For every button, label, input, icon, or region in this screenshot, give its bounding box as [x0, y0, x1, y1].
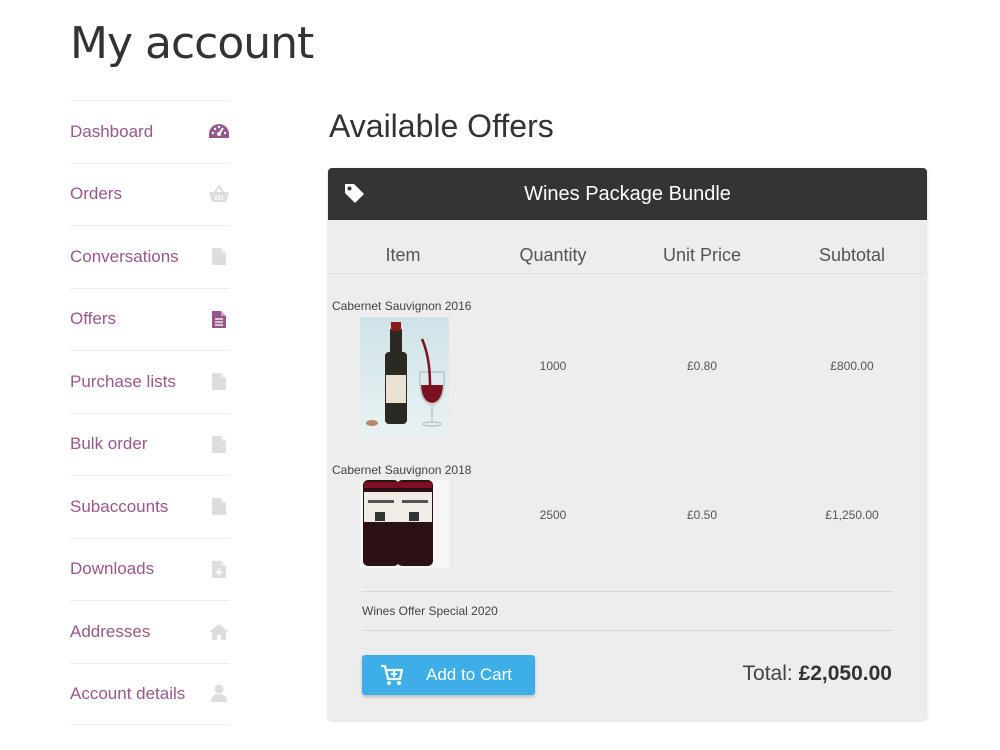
column-header-subtotal: Subtotal [818, 245, 886, 265]
sidebar-item-purchase-lists[interactable]: Purchase lists [70, 350, 230, 413]
document-icon [208, 246, 230, 268]
download-document-icon [208, 558, 230, 580]
sidebar-item-label: Addresses [70, 621, 151, 641]
basket-icon [208, 183, 230, 205]
total-label: Total: [742, 662, 793, 685]
add-to-cart-button[interactable]: Add to Cart [362, 655, 535, 695]
sidebar-item-offers[interactable]: Offers [70, 287, 230, 351]
user-icon [208, 683, 230, 705]
sidebar-item-label: Orders [70, 184, 122, 204]
sidebar-item-label: Conversations [70, 246, 179, 266]
offer-note: Wines Offer Special 2020 [362, 604, 498, 618]
sidebar-item-subaccounts[interactable]: Subaccounts [70, 475, 230, 538]
subtotal-cell: £1,250.00 [825, 508, 879, 522]
sidebar-item-downloads[interactable]: Downloads [70, 537, 230, 601]
account-navigation: Dashboard Orders Conversations Offers Pu… [70, 100, 230, 725]
sidebar-item-bulk-order[interactable]: Bulk order [70, 412, 230, 476]
section-title: Available Offers [329, 108, 554, 144]
item-name: Cabernet Sauvignon 2018 [332, 463, 472, 477]
sidebar-item-conversations[interactable]: Conversations [70, 225, 230, 288]
column-header-unit-price: Unit Price [662, 245, 742, 265]
sidebar-item-label: Purchase lists [70, 371, 176, 391]
sidebar-item-label: Subaccounts [70, 496, 169, 516]
page-title: My account [70, 18, 314, 69]
column-header-item: Item [385, 245, 421, 265]
document-icon [208, 308, 230, 330]
table-header: Item Quantity Unit Price Subtotal [328, 220, 927, 274]
offer-title: Wines Package Bundle [524, 182, 731, 205]
sidebar-item-label: Bulk order [70, 434, 148, 454]
home-icon [208, 621, 230, 643]
add-to-cart-label: Add to Cart [426, 665, 512, 684]
tag-icon [344, 183, 366, 211]
cart-icon [380, 664, 404, 686]
sidebar-item-label: Downloads [70, 559, 155, 579]
offer-header: Wines Package Bundle [328, 168, 927, 220]
order-total: Total: £2,050.00 [743, 662, 892, 686]
sidebar-item-account-details[interactable]: Account details [70, 662, 230, 725]
divider [362, 630, 893, 631]
sidebar-item-label: Account details [70, 683, 186, 703]
unit-price-cell: £0.50 [686, 508, 718, 522]
sidebar-item-label: Dashboard [70, 121, 154, 141]
sidebar-item-label: Offers [70, 309, 116, 329]
unit-price-cell: £0.80 [686, 359, 718, 373]
sidebar-item-orders[interactable]: Orders [70, 162, 230, 226]
offer-card: Wines Package Bundle Item Quantity Unit … [328, 168, 927, 720]
quantity-cell: 1000 [539, 359, 567, 373]
document-icon [208, 433, 230, 455]
subtotal-cell: £800.00 [830, 359, 874, 373]
quantity-cell: 2500 [539, 508, 567, 522]
document-icon [208, 496, 230, 518]
total-value: £2,050.00 [798, 662, 892, 685]
dashboard-icon [208, 121, 230, 143]
sidebar-item-dashboard[interactable]: Dashboard [70, 100, 230, 163]
product-image [360, 317, 449, 435]
divider [362, 591, 893, 592]
item-name: Cabernet Sauvignon 2016 [332, 299, 472, 313]
product-image [360, 480, 449, 568]
document-icon [208, 371, 230, 393]
column-header-quantity: Quantity [519, 245, 587, 265]
sidebar-item-addresses[interactable]: Addresses [70, 600, 230, 663]
